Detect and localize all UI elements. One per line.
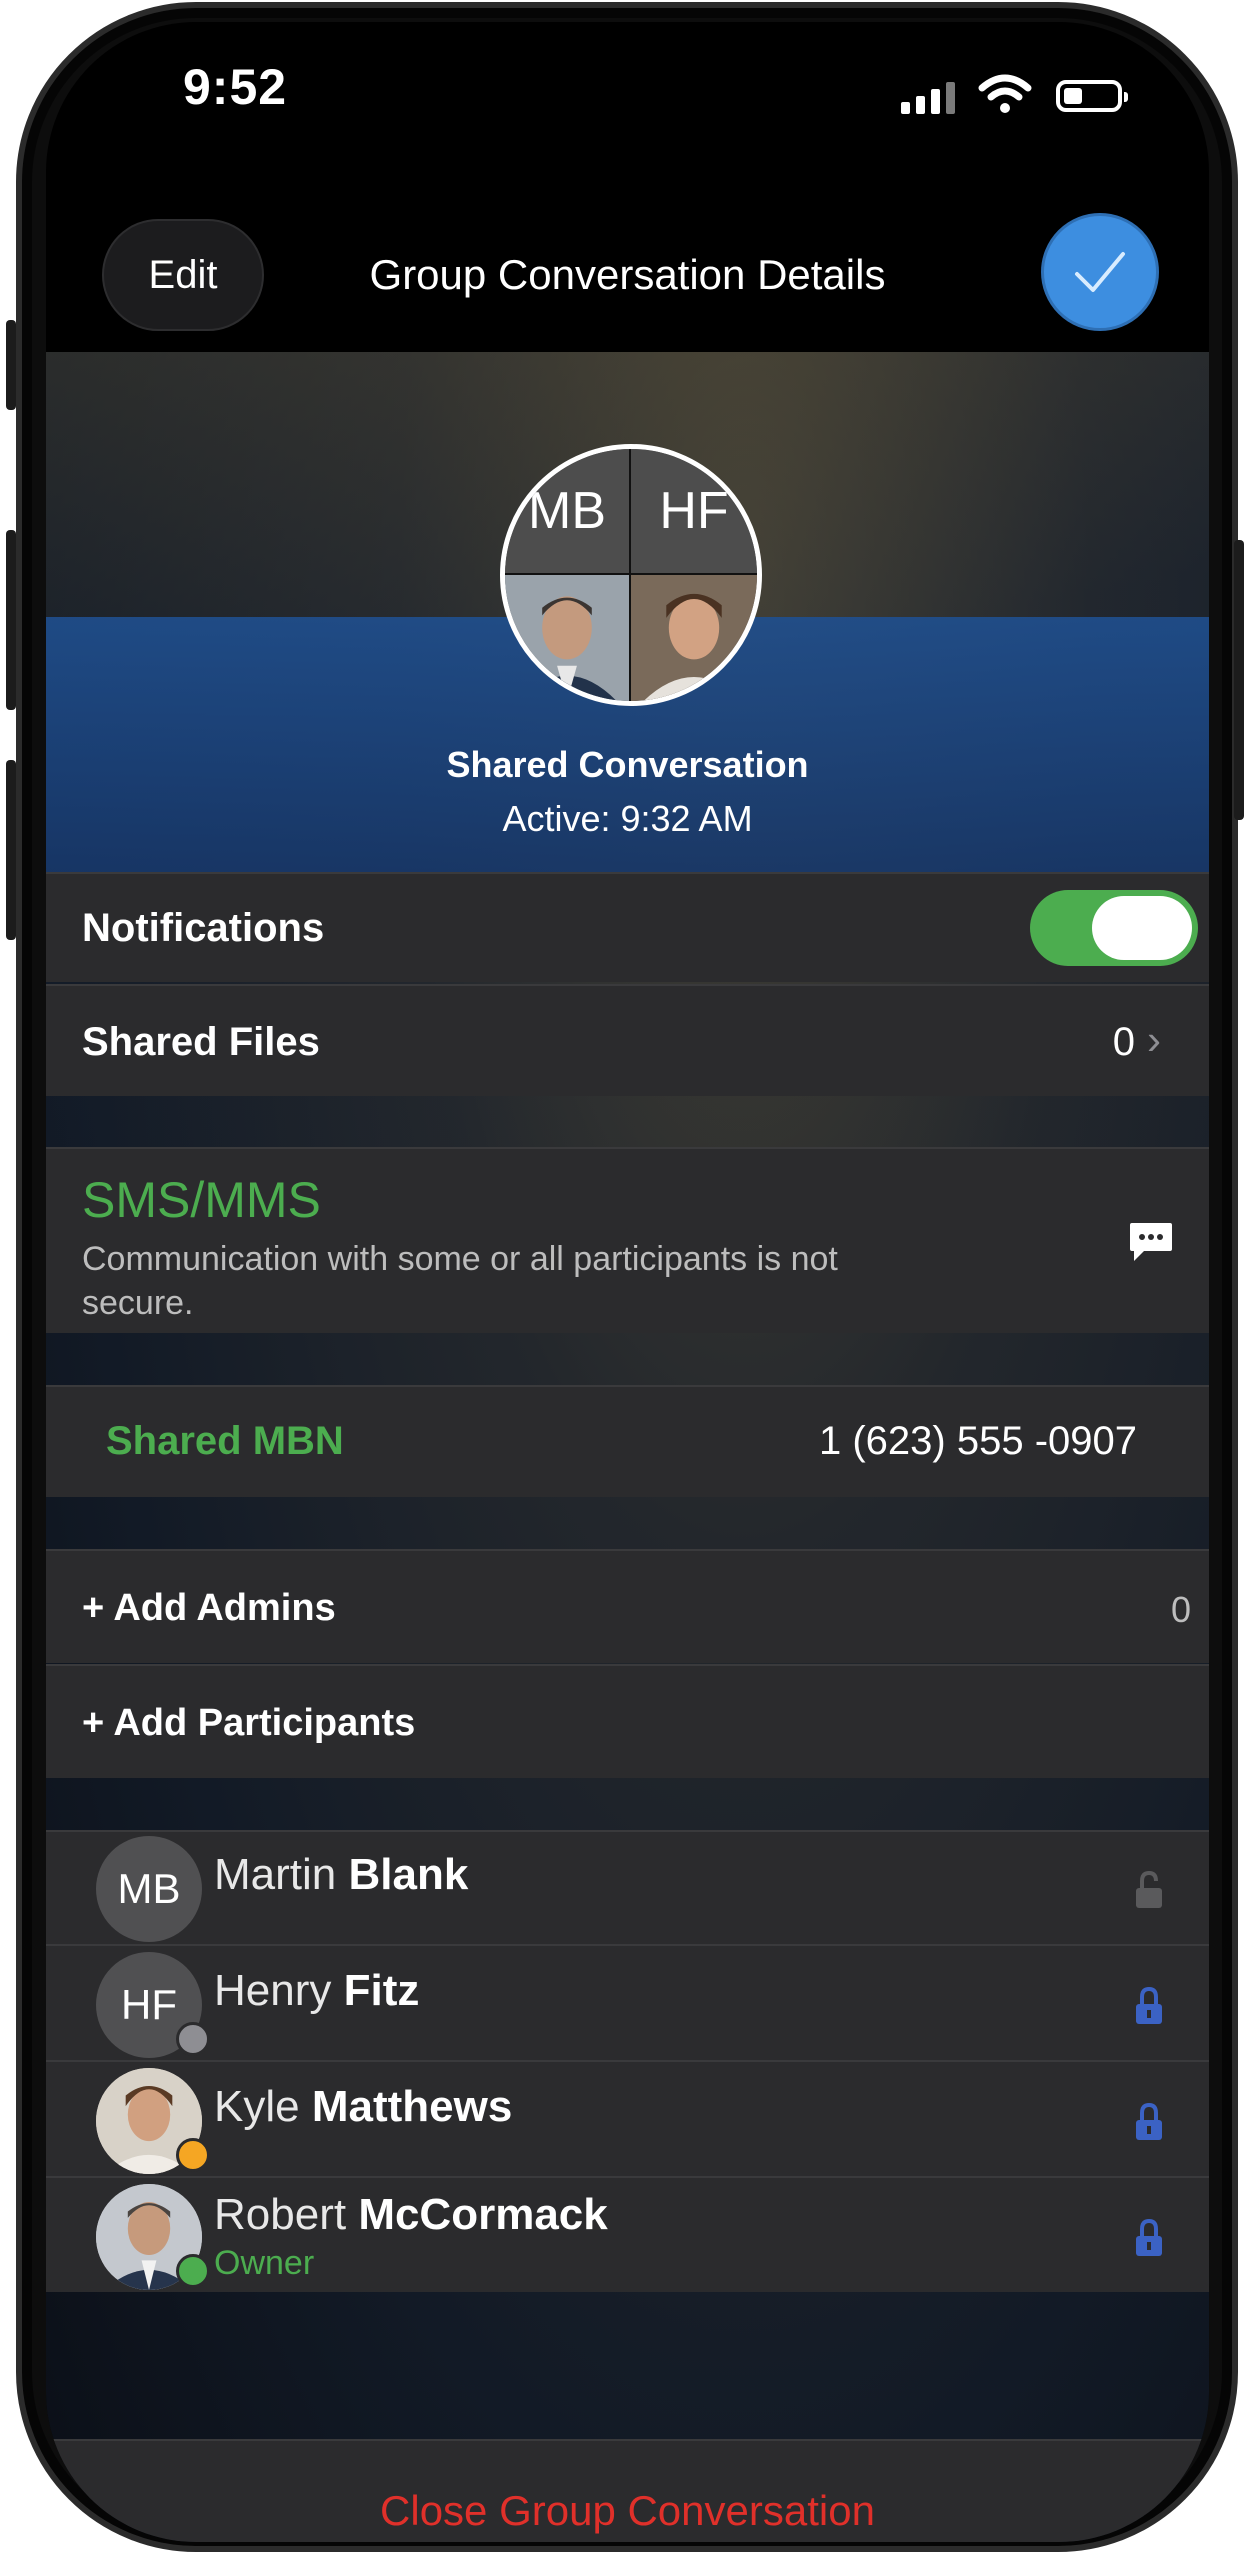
power-button [1234,540,1244,820]
avatar-initials-hf: HF [631,449,757,575]
details-content: MB HF Shared Conversation Active: 9:32 A… [46,352,1209,2542]
participant-name: Kyle Matthews [214,2082,512,2132]
participant-first-name: Kyle [214,2082,300,2131]
checkmark-icon [1075,252,1125,292]
avatar: MB [96,1836,202,1942]
sms-mms-description: Communication with some or all participa… [82,1240,838,1322]
shared-mbn-row: Shared MBN 1 (623) 555 -0907 [46,1385,1209,1497]
shared-files-row[interactable]: Shared Files 0 › [46,984,1209,1096]
participant-name: Henry Fitz [214,1966,419,2016]
participant-last-name: McCormack [358,2190,608,2239]
chevron-right-icon: › [1147,1016,1161,1063]
conversation-active-time: Active: 9:32 AM [502,798,753,839]
participant-name: Martin Blank [214,1850,468,1900]
add-participants-row[interactable]: + Add Participants [46,1664,1209,1778]
conversation-name: Shared Conversation [446,744,809,785]
avatar-photo-1 [505,575,631,701]
shared-mbn-number: 1 (623) 555 -0907 [818,1419,1137,1463]
presence-available-indicator [176,2254,210,2288]
volume-down-button [6,760,16,940]
participant-last-name: Fitz [343,1966,420,2015]
participant-row-robert-mccormack[interactable]: Robert McCormack Owner [46,2176,1209,2292]
notifications-row: Notifications [46,872,1209,982]
message-bubble-icon[interactable] [1128,1221,1174,1263]
admins-count: 0 [1170,1589,1191,1630]
presence-away-indicator [176,2138,210,2172]
group-avatar[interactable]: MB HF [500,444,762,706]
locked-lock-icon[interactable] [1134,2102,1164,2142]
participant-row-martin-blank[interactable]: MB Martin Blank [46,1830,1209,1944]
sms-mms-title: SMS/MMS [82,1172,321,1228]
add-participants-label: + Add Participants [82,1702,416,1744]
notifications-toggle[interactable] [1030,890,1198,966]
shared-files-label: Shared Files [82,1020,320,1064]
navigation-bar: Edit Group Conversation Details [46,207,1209,357]
participant-last-name: Blank [348,1850,469,1899]
status-bar: 9:52 [46,22,1209,172]
avatar-initials-mb: MB [505,449,631,575]
participant-last-name: Matthews [311,2082,513,2131]
edit-button[interactable]: Edit [102,219,264,331]
notifications-label: Notifications [82,906,325,950]
participant-row-kyle-matthews[interactable]: Kyle Matthews [46,2060,1209,2176]
battery-icon [1056,80,1128,112]
participant-role-label: Owner [214,2244,315,2282]
unlocked-lock-icon[interactable] [1134,1870,1164,1910]
participant-first-name: Martin [214,1850,337,1899]
conversation-header: MB HF Shared Conversation Active: 9:32 A… [46,352,1209,872]
screen: 9:52 Edit Group Conversation Details MB … [46,22,1209,2542]
participant-first-name: Henry [214,1966,332,2015]
add-admins-row[interactable]: + Add Admins 0 [46,1549,1209,1663]
wifi-icon [978,74,1032,113]
locked-lock-icon[interactable] [1134,2218,1164,2258]
toggle-knob [1092,896,1192,960]
locked-lock-icon[interactable] [1134,1986,1164,2026]
participant-row-henry-fitz[interactable]: HF Henry Fitz [46,1944,1209,2060]
participant-name: Robert McCormack [214,2190,608,2240]
status-time: 9:52 [183,59,288,115]
shared-files-count: 0 [1112,1020,1135,1064]
avatar-photo-2 [631,575,757,701]
volume-up-button [6,530,16,710]
mute-switch [6,320,16,410]
participant-first-name: Robert [214,2190,347,2239]
add-admins-label: + Add Admins [82,1587,336,1629]
sms-mms-row: SMS/MMS Communication with some or all p… [46,1147,1209,1333]
page-title: Group Conversation Details [369,251,886,298]
presence-offline-indicator [176,2022,210,2056]
shared-mbn-label: Shared MBN [106,1419,344,1463]
phone-frame: 9:52 Edit Group Conversation Details MB … [16,2,1238,2552]
cellular-signal-icon [901,82,955,114]
done-button[interactable] [1041,213,1159,331]
close-group-conversation-button[interactable]: Close Group Conversation [46,2439,1209,2542]
